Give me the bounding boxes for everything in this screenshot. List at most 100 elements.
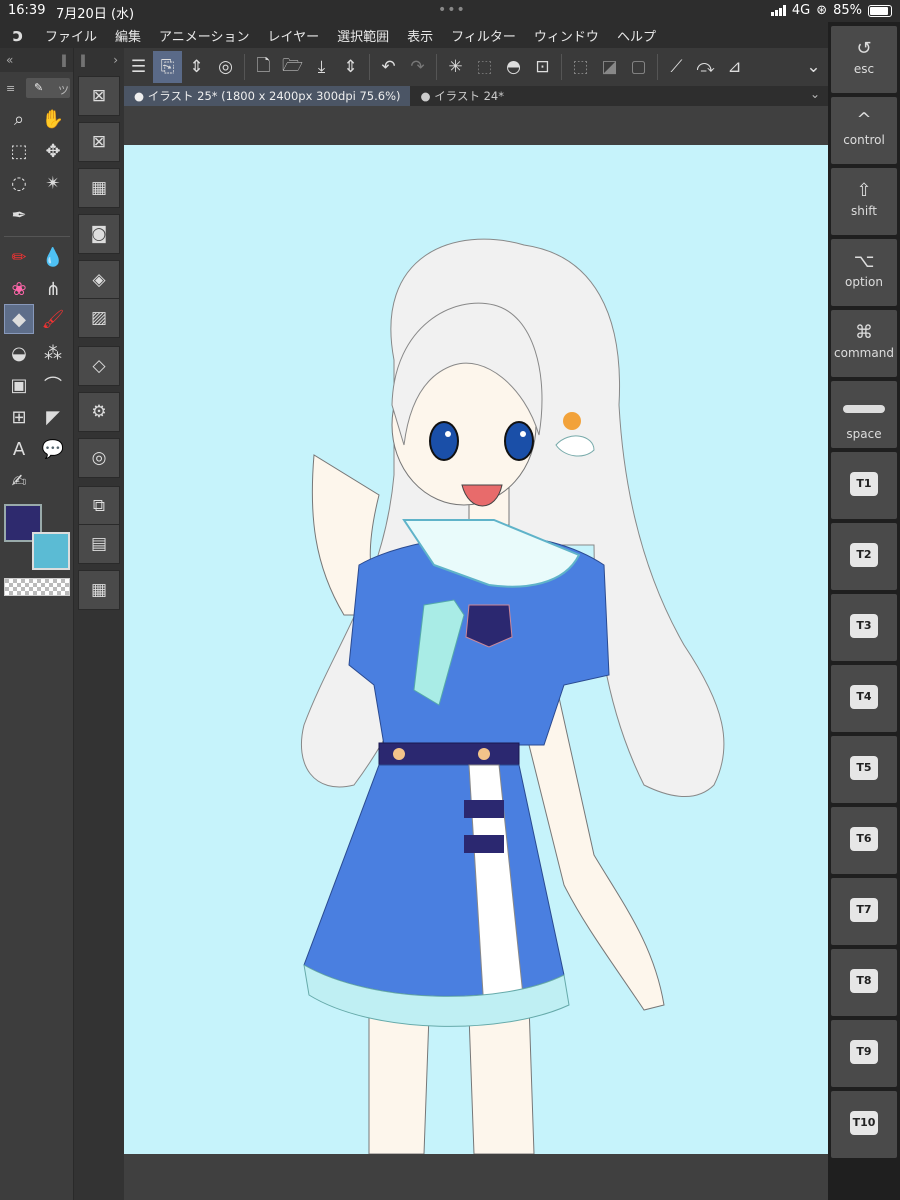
menu-view[interactable]: 表示 <box>398 26 442 45</box>
tool-tab-label[interactable]: ツ <box>58 82 69 98</box>
key-space[interactable]: space <box>831 381 897 448</box>
key-t10[interactable]: T10 <box>831 1091 897 1158</box>
key-t4[interactable]: T4 <box>831 665 897 732</box>
airbrush-icon[interactable]: ⁂ <box>38 338 68 368</box>
tool-property-icon[interactable]: ⚙ <box>78 392 120 432</box>
hamburger-icon[interactable]: ☰ <box>124 51 153 83</box>
loading-icon[interactable]: ✳ <box>441 51 470 83</box>
navigator-icon[interactable]: ▨ <box>78 298 120 338</box>
up-down-2-icon[interactable]: ⇕ <box>336 51 365 83</box>
up-down-icon[interactable]: ⇕ <box>182 51 211 83</box>
undo-icon[interactable]: ↶ <box>374 51 403 83</box>
menu-animation[interactable]: アニメーション <box>150 26 258 45</box>
tab-illust-24[interactable]: ● イラスト 24* <box>410 86 514 106</box>
multitask-dots[interactable]: ••• <box>438 2 466 18</box>
drawing-canvas[interactable] <box>124 145 828 1154</box>
collapse-left-icon[interactable]: « <box>6 53 13 67</box>
menu-help[interactable]: ヘルプ <box>608 26 665 45</box>
eraser-icon[interactable]: ◆ <box>4 304 34 334</box>
correct-line-icon[interactable]: ✍ <box>4 466 34 496</box>
key-esc[interactable]: ↺ esc <box>831 26 897 93</box>
material-icon[interactable]: ▦ <box>78 570 120 610</box>
layers-icon[interactable]: ◈ <box>78 260 120 300</box>
app-logo-icon[interactable]: ↄ <box>0 25 36 46</box>
key-t1[interactable]: T1 <box>831 452 897 519</box>
ruler-icon[interactable]: ◤ <box>38 402 68 432</box>
key-option[interactable]: ⌥ option <box>831 239 897 306</box>
key-t3[interactable]: T3 <box>831 594 897 661</box>
layer-property-icon[interactable]: ⧉ <box>78 486 120 526</box>
key-t8[interactable]: T8 <box>831 949 897 1016</box>
brush-icon[interactable]: 🖌 <box>38 304 68 334</box>
new-file-icon[interactable]: 🗋 <box>249 51 278 83</box>
deselect-icon[interactable]: ⬚ <box>566 51 595 83</box>
transform-icon[interactable]: ⊡ <box>528 51 557 83</box>
special-ruler-icon[interactable]: ⤼ <box>691 51 720 83</box>
key-t6[interactable]: T6 <box>831 807 897 874</box>
grass-brush-icon[interactable]: ⋔ <box>38 274 68 304</box>
ruler-snap-icon[interactable]: ⟋ <box>662 51 691 83</box>
fill-icon[interactable]: ◒ <box>4 338 34 368</box>
sub-color-swatch[interactable] <box>32 532 70 570</box>
pen-icon[interactable]: ✏ <box>4 242 34 272</box>
chevron-down-icon[interactable]: ⌄ <box>799 51 828 83</box>
collapse-icon[interactable]: ‖ <box>80 53 86 67</box>
key-control[interactable]: ^ control <box>831 97 897 164</box>
menu-edit[interactable]: 編集 <box>106 26 150 45</box>
shift-icon: ⇧ <box>856 180 872 201</box>
curve-icon[interactable]: ⌒ <box>38 370 68 400</box>
tabs-chevron-down-icon[interactable]: ⌄ <box>810 87 820 101</box>
magic-wand-icon[interactable]: ✴ <box>38 168 68 198</box>
key-shift[interactable]: ⇧ shift <box>831 168 897 235</box>
move-icon[interactable]: ✥ <box>38 136 68 166</box>
redo-icon[interactable]: ↷ <box>403 51 432 83</box>
selection-border-icon[interactable]: ▢ <box>624 51 653 83</box>
grid-snap-icon[interactable]: ⊿ <box>720 51 749 83</box>
color-history-icon[interactable]: ◙ <box>78 214 120 254</box>
close-panel-2-icon[interactable]: ⊠ <box>78 122 120 162</box>
text-icon[interactable]: A <box>4 434 34 464</box>
eyedropper-icon[interactable]: ✒ <box>4 200 34 230</box>
menu-file[interactable]: ファイル <box>36 26 106 45</box>
network-label: 4G <box>791 3 811 18</box>
invert-selection-icon[interactable]: ◪ <box>595 51 624 83</box>
key-t5[interactable]: T5 <box>831 736 897 803</box>
quick-access-icon[interactable]: ⎘ <box>153 51 182 83</box>
menu-selection[interactable]: 選択範囲 <box>328 26 398 45</box>
clear-icon[interactable]: ⬚ <box>470 51 499 83</box>
menu-window[interactable]: ウィンドウ <box>525 26 608 45</box>
save-icon[interactable]: ⤓ <box>307 51 336 83</box>
lasso-icon[interactable]: ◌ <box>4 168 34 198</box>
companion-icon[interactable]: ◎ <box>211 51 240 83</box>
close-panel-icon[interactable]: ⊠ <box>78 76 120 116</box>
divider <box>369 54 370 80</box>
brush-size-icon[interactable]: ◎ <box>78 438 120 478</box>
divider <box>436 54 437 80</box>
fill-bucket-icon[interactable]: ◓ <box>499 51 528 83</box>
key-command[interactable]: ⌘ command <box>831 310 897 377</box>
decoration-icon[interactable]: ❀ <box>4 274 34 304</box>
timeline-icon[interactable]: ▤ <box>78 524 120 564</box>
open-folder-icon[interactable]: 🗁 <box>278 51 307 83</box>
key-t7[interactable]: T7 <box>831 878 897 945</box>
sub-tool-icon[interactable]: ◇ <box>78 346 120 386</box>
key-label: esc <box>853 62 875 76</box>
gradient-icon[interactable]: ▣ <box>4 370 34 400</box>
frame-icon[interactable]: ⊞ <box>4 402 34 432</box>
transparent-color-swatch[interactable] <box>4 578 70 596</box>
color-set-icon[interactable]: ▦ <box>78 168 120 208</box>
menu-layer[interactable]: レイヤー <box>259 26 329 45</box>
tab-illust-25[interactable]: ● イラスト 25* (1800 x 2400px 300dpi 75.6%) <box>124 86 411 106</box>
zoom-icon[interactable]: ⌕ <box>4 104 34 134</box>
hand-icon[interactable]: ✋ <box>38 104 68 134</box>
balloon-icon[interactable]: 💬 <box>38 434 68 464</box>
grip-icon[interactable]: ‖ <box>61 53 67 67</box>
tab-label: イラスト 25* (1800 x 2400px 300dpi 75.6%) <box>147 89 401 103</box>
menu-filter[interactable]: フィルター <box>442 26 525 45</box>
expand-icon[interactable]: › <box>113 53 118 67</box>
object-select-icon[interactable]: ⬚ <box>4 136 34 166</box>
key-t9[interactable]: T9 <box>831 1020 897 1087</box>
blend-icon[interactable]: 💧 <box>38 242 68 272</box>
key-t2[interactable]: T2 <box>831 523 897 590</box>
menu-lines-icon[interactable]: ≡ <box>6 82 15 95</box>
